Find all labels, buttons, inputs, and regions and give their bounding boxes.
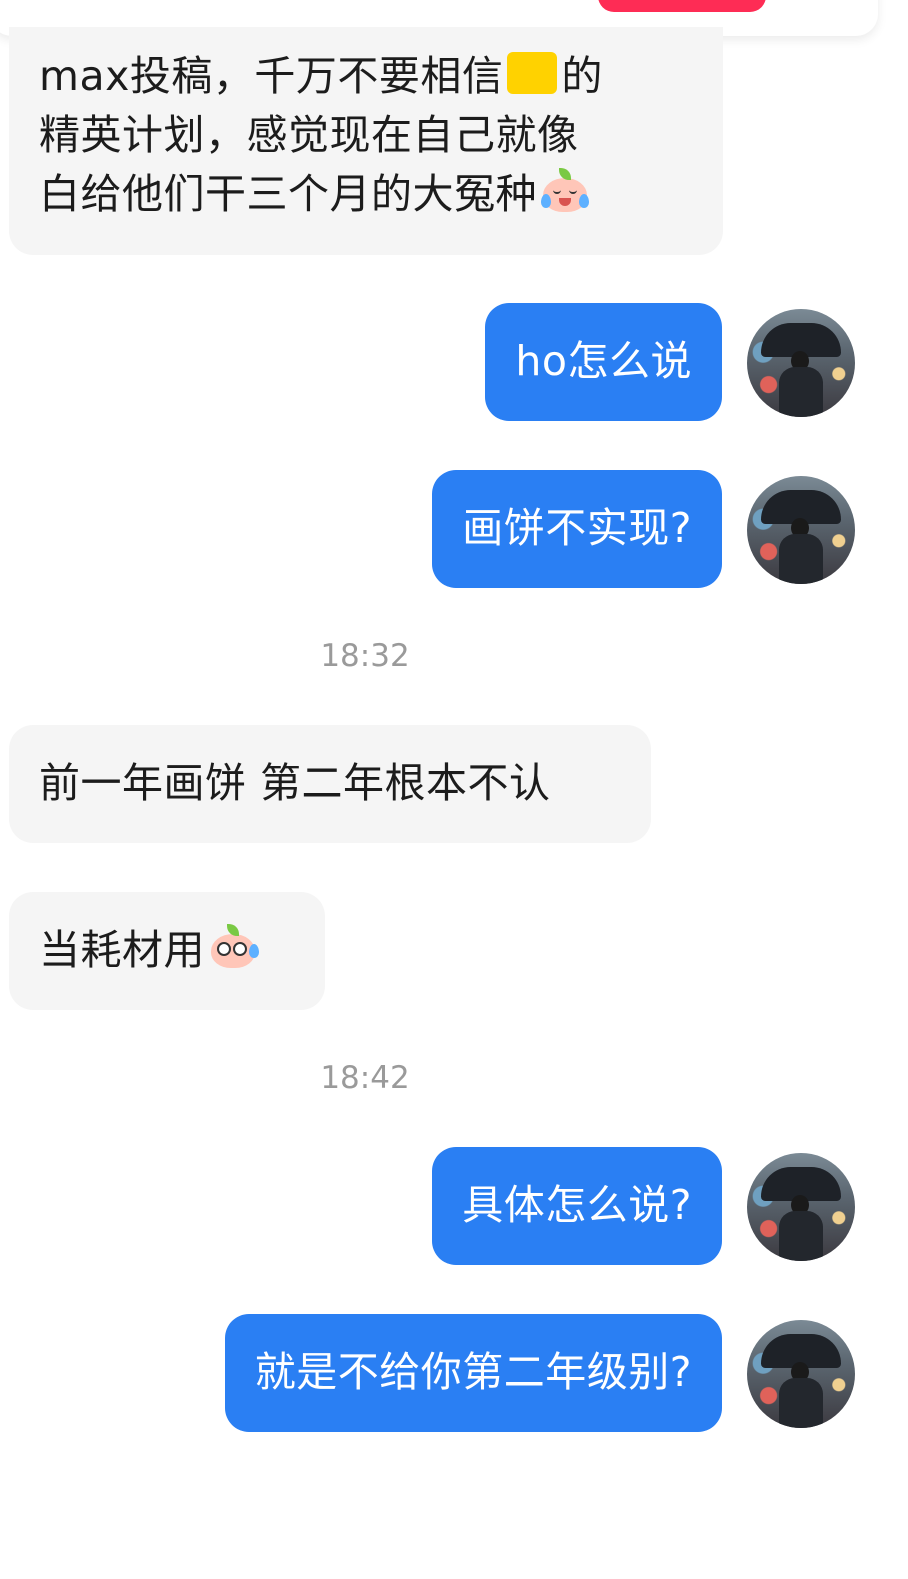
top-popup-button[interactable] <box>598 0 766 12</box>
yellow-square-emoji <box>507 52 558 94</box>
sweating-face-emoji <box>207 924 259 970</box>
user-avatar[interactable] <box>747 309 855 417</box>
message-text: 画饼不实现? <box>462 504 692 552</box>
message-line: max投稿，千万不要相信的 <box>39 52 603 100</box>
message-text: 当耗材用 <box>39 926 205 974</box>
message-text: ho怎么说 <box>515 337 692 385</box>
outgoing-message[interactable]: 画饼不实现? <box>432 470 722 588</box>
crying-face-emoji <box>539 168 591 214</box>
user-avatar[interactable] <box>747 1153 855 1261</box>
message-line: 精英计划，感觉现在自己就像 <box>39 111 579 159</box>
message-text: 具体怎么说? <box>462 1181 692 1229</box>
incoming-message[interactable]: max投稿，千万不要相信的 精英计划，感觉现在自己就像 白给他们干三个月的大冤种 <box>9 27 723 255</box>
incoming-message[interactable]: 前一年画饼 第二年根本不认 <box>9 725 651 843</box>
outgoing-message[interactable]: 就是不给你第二年级别? <box>224 1314 722 1432</box>
user-avatar[interactable] <box>747 1320 855 1428</box>
chat-screen: max投稿，千万不要相信的 精英计划，感觉现在自己就像 白给他们干三个月的大冤种… <box>0 0 908 1579</box>
message-timestamp: 18:42 <box>320 1060 410 1096</box>
incoming-message[interactable]: 当耗材用 <box>9 892 325 1010</box>
message-text: 就是不给你第二年级别? <box>254 1348 692 1396</box>
outgoing-message[interactable]: 具体怎么说? <box>432 1147 722 1265</box>
user-avatar[interactable] <box>747 476 855 584</box>
message-timestamp: 18:32 <box>320 638 410 674</box>
outgoing-message[interactable]: ho怎么说 <box>485 303 722 421</box>
message-text: 前一年画饼 第二年根本不认 <box>39 759 551 807</box>
message-line: 白给他们干三个月的大冤种 <box>39 165 695 224</box>
